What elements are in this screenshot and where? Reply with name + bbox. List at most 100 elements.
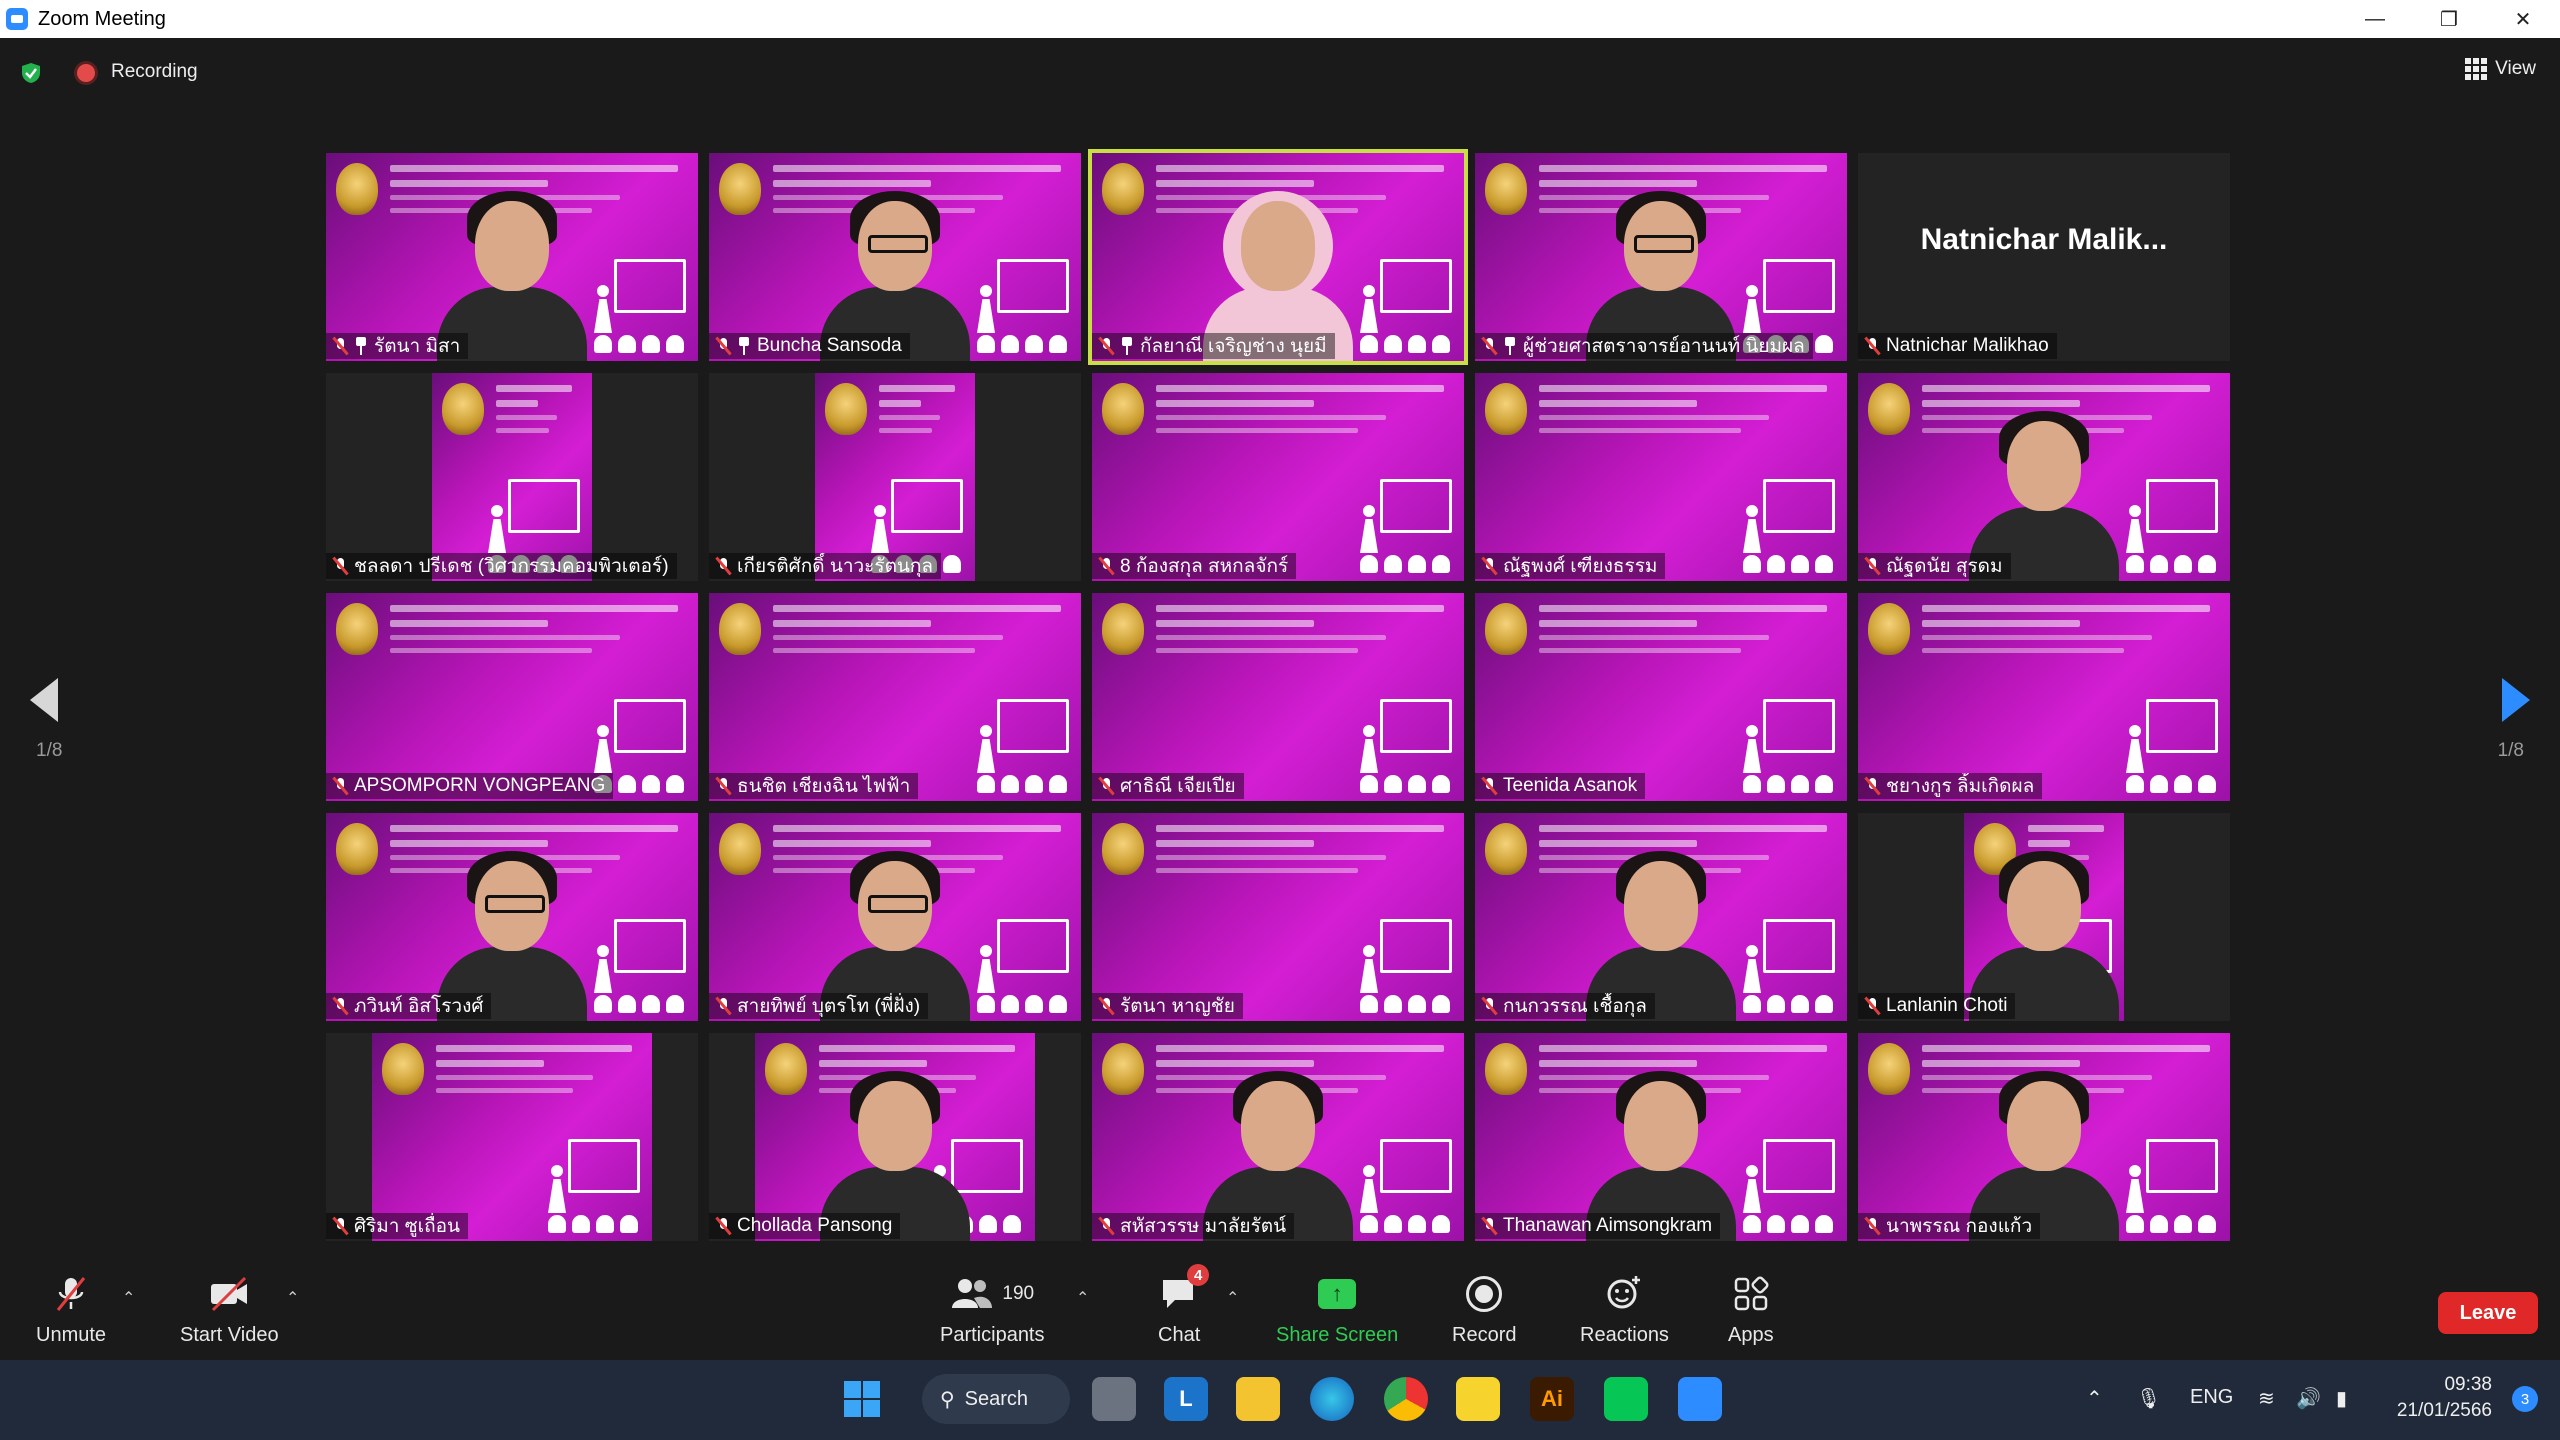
taskbar-search[interactable]: ⚲ Search: [922, 1374, 1070, 1424]
meeting-topbar: Recording View: [0, 38, 2560, 106]
spotlight-pin-icon: [354, 337, 368, 355]
participant-video-tile[interactable]: สหัสวรรษ มาลัยรัตน์: [1092, 1033, 1464, 1241]
task-view-icon[interactable]: [1092, 1377, 1136, 1421]
sticky-notes-icon[interactable]: [1456, 1377, 1500, 1421]
participant-video-tile[interactable]: ภวินท์ อิสโรวงศ์: [326, 813, 698, 1021]
minimize-icon[interactable]: —: [2338, 0, 2412, 38]
chrome-browser-icon[interactable]: [1384, 1377, 1428, 1421]
participants-button[interactable]: 190 Participants: [940, 1272, 1045, 1347]
encryption-shield-icon[interactable]: [20, 62, 42, 84]
participant-video-tile[interactable]: ผู้ช่วยศาสตราจารย์อานนท์ นิยมผล: [1475, 153, 1847, 361]
restore-icon[interactable]: ❐: [2412, 0, 2486, 38]
muted-mic-icon: [1481, 557, 1497, 575]
muted-mic-icon: [1864, 557, 1880, 575]
chat-options-chevron-icon[interactable]: ⌃: [1226, 1288, 1239, 1308]
participant-video-tile[interactable]: รัตนา มิสา: [326, 153, 698, 361]
next-page-arrow-icon[interactable]: [2502, 678, 2530, 722]
muted-mic-icon: [715, 557, 731, 575]
lanschool-app-icon[interactable]: L: [1164, 1377, 1208, 1421]
participant-video-tile[interactable]: Thanawan Aimsongkram: [1475, 1033, 1847, 1241]
shared-background-slide: [1092, 813, 1464, 1021]
participant-video-tile[interactable]: ณัฐดนัย สุรดม: [1858, 373, 2230, 581]
participant-video-tile[interactable]: Teenida Asanok: [1475, 593, 1847, 801]
participant-video-tile[interactable]: ศิริมา ซูเถื่อน: [326, 1033, 698, 1241]
muted-mic-icon: [1098, 557, 1114, 575]
tray-overflow-chevron-icon[interactable]: ⌃: [2086, 1386, 2103, 1411]
participant-name: ศิริมา ซูเถื่อน: [354, 1216, 461, 1237]
participant-name: สายทิพย์ บุตรโท (พี่ฝั่ง): [737, 996, 921, 1017]
participant-video-tile[interactable]: ศาธิณี เจียเปีย: [1092, 593, 1464, 801]
shared-background-slide: [1475, 593, 1847, 801]
muted-mic-icon: [332, 1217, 348, 1235]
participant-video-tile[interactable]: ธนชิต เชียงฉิน ไฟฟ้า: [709, 593, 1081, 801]
file-explorer-icon[interactable]: [1236, 1377, 1280, 1421]
windows-start-icon[interactable]: [840, 1377, 884, 1421]
shared-background-slide: [709, 593, 1081, 801]
search-icon: ⚲: [940, 1388, 955, 1411]
input-language[interactable]: ENG: [2190, 1386, 2233, 1409]
audio-options-chevron-icon[interactable]: ⌃: [122, 1288, 135, 1308]
previous-page-arrow-icon[interactable]: [30, 678, 58, 722]
participant-video-tile[interactable]: กัลยาณี เจริญช่าง นุยมี: [1088, 149, 1468, 365]
chat-button[interactable]: 4 Chat: [1158, 1264, 1210, 1347]
video-gallery: รัตนา มิสา Buncha Sansoda กัลยาณี เจริญช่า…: [326, 149, 2232, 1245]
participant-video-tile[interactable]: 8 ก้องสกุล สหกลจักร์: [1092, 373, 1464, 581]
line-app-icon[interactable]: [1604, 1377, 1648, 1421]
participant-name: ชยางกูร ลิ้มเกิดผล: [1886, 776, 2035, 797]
participant-video-tile[interactable]: ณัฐพงศ์ เฑียงธรรม: [1475, 373, 1847, 581]
reactions-button[interactable]: Reactions: [1580, 1272, 1669, 1347]
shared-background-slide: [372, 1033, 652, 1241]
unmute-label: Unmute: [36, 1324, 107, 1346]
participant-video-tile[interactable]: นาพรรณ กองแก้ว: [1858, 1033, 2230, 1241]
view-label: View: [2495, 58, 2536, 79]
battery-icon[interactable]: ▮: [2336, 1386, 2347, 1411]
muted-mic-icon: [332, 777, 348, 795]
taskbar-search-label: Search: [964, 1387, 1029, 1410]
participant-video-tile[interactable]: กนกวรรณ เชื้อกุล: [1475, 813, 1847, 1021]
participant-name: รัตนา หาญชัย: [1120, 996, 1235, 1017]
participant-video-tile[interactable]: Chollada Pansong: [709, 1033, 1081, 1241]
muted-mic-icon: [715, 1217, 731, 1235]
participant-video-tile[interactable]: Buncha Sansoda: [709, 153, 1081, 361]
spotlight-pin-icon: [1120, 337, 1134, 355]
participant-name: Thanawan Aimsongkram: [1503, 1215, 1713, 1236]
participant-nametag: Lanlanin Choti: [1858, 993, 2016, 1019]
chat-label: Chat: [1158, 1324, 1201, 1346]
participant-name: Lanlanin Choti: [1886, 995, 2008, 1016]
close-icon[interactable]: ✕: [2486, 0, 2560, 38]
participant-video-tile[interactable]: เกียรติศักดิ์ นาวะรัตนกุล: [709, 373, 1081, 581]
participant-nametag: Teenida Asanok: [1475, 773, 1646, 799]
start-video-button[interactable]: Start Video: [180, 1272, 279, 1347]
participant-nametag: รัตนา มิสา: [326, 333, 469, 359]
window-controls: — ❐ ✕: [2338, 0, 2560, 38]
system-clock[interactable]: 09:38 21/01/2566: [2397, 1372, 2492, 1424]
participant-display-name: Natnichar Malik...: [1920, 223, 2168, 256]
participant-video-tile[interactable]: Lanlanin Choti: [1858, 813, 2230, 1021]
participant-video-tile[interactable]: รัตนา หาญชัย: [1092, 813, 1464, 1021]
record-button[interactable]: Record: [1452, 1272, 1516, 1347]
wifi-icon[interactable]: ≋: [2258, 1386, 2275, 1411]
share-screen-button[interactable]: ↑ Share Screen: [1276, 1272, 1398, 1347]
participants-options-chevron-icon[interactable]: ⌃: [1076, 1288, 1089, 1308]
volume-icon[interactable]: 🔊: [2296, 1386, 2321, 1411]
unmute-button[interactable]: Unmute: [36, 1272, 106, 1347]
recording-label[interactable]: Recording: [111, 61, 198, 83]
muted-mic-icon: [1098, 1217, 1114, 1235]
participant-nametag: ผู้ช่วยศาสตราจารย์อานนท์ นิยมผล: [1475, 333, 1813, 359]
zoom-taskbar-icon[interactable]: [1678, 1377, 1722, 1421]
participant-video-tile[interactable]: ชยางกูร ลิ้มเกิดผล: [1858, 593, 2230, 801]
view-button[interactable]: View: [2465, 58, 2536, 80]
edge-browser-icon[interactable]: [1310, 1377, 1354, 1421]
video-options-chevron-icon[interactable]: ⌃: [286, 1288, 299, 1308]
start-video-label: Start Video: [180, 1324, 279, 1346]
notification-count-badge[interactable]: 3: [2512, 1386, 2538, 1412]
participant-video-tile[interactable]: Natnichar Malik... Natnichar Malikhao: [1858, 153, 2230, 361]
leave-button[interactable]: Leave: [2438, 1292, 2538, 1334]
microphone-tray-icon[interactable]: 🎙: [2136, 1386, 2161, 1411]
apps-button[interactable]: Apps: [1728, 1272, 1774, 1347]
participant-video-tile[interactable]: APSOMPORN VONGPEANG: [326, 593, 698, 801]
illustrator-app-icon[interactable]: Ai: [1530, 1377, 1574, 1421]
participant-video-tile[interactable]: ชลลดา ปรีเดช (วิศวกรรมคอมพิวเตอร์): [326, 373, 698, 581]
participant-video-tile[interactable]: สายทิพย์ บุตรโท (พี่ฝั่ง): [709, 813, 1081, 1021]
muted-mic-icon: [51, 1272, 91, 1316]
